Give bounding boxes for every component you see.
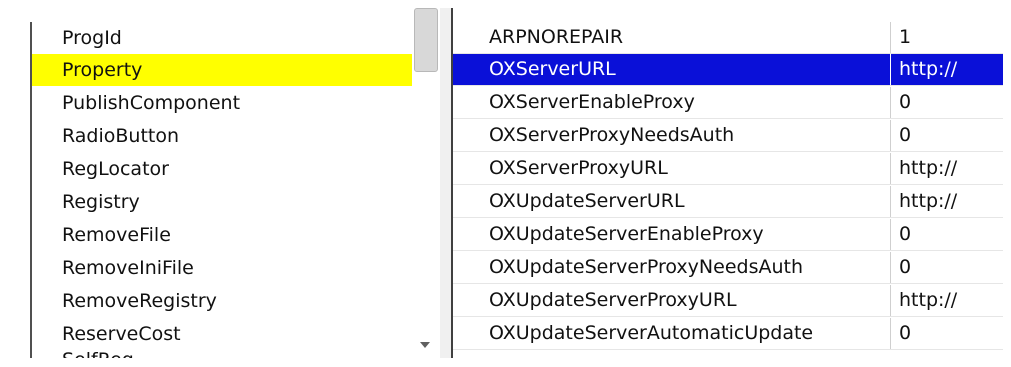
property-name-cell[interactable]: OXUpdateServerAutomaticUpdate xyxy=(453,318,890,349)
property-name-cell[interactable]: OXServerProxyNeedsAuth xyxy=(453,120,890,151)
scroll-thumb[interactable] xyxy=(414,8,438,72)
table-row-radiobutton[interactable]: RadioButton xyxy=(32,120,412,152)
property-name-cell[interactable]: OXUpdateServerEnableProxy xyxy=(453,219,890,250)
table-row-registry[interactable]: Registry xyxy=(32,186,412,218)
property-row[interactable]: OXUpdateServerProxyURL http:// xyxy=(453,285,1003,317)
property-value-cell[interactable]: http:// xyxy=(890,153,1003,184)
property-value-cell[interactable]: 0 xyxy=(890,87,1003,118)
property-value-cell[interactable]: 0 xyxy=(890,252,1003,283)
property-row[interactable]: OXServerEnableProxy 0 xyxy=(453,87,1003,119)
property-name-cell[interactable]: OXUpdateServerURL xyxy=(453,186,890,217)
table-row-selfreg[interactable]: SelfReg xyxy=(32,345,412,358)
property-value-cell[interactable]: http:// xyxy=(890,285,1003,316)
property-row[interactable]: OXUpdateServerAutomaticUpdate 0 xyxy=(453,318,1003,350)
tables-list: ProgId Property PublishComponent RadioBu… xyxy=(8,8,412,358)
property-value-cell[interactable]: 0 xyxy=(890,318,1003,349)
property-table: ARPNOREPAIR 1 OXServerURL http:// OXServ… xyxy=(453,8,1003,358)
tables-scrollbar[interactable] xyxy=(412,8,440,358)
property-row-selected[interactable]: OXServerURL http:// xyxy=(453,54,1003,86)
property-row[interactable]: ARPNOREPAIR 1 xyxy=(453,22,1003,54)
property-name-cell[interactable]: OXServerEnableProxy xyxy=(453,87,890,118)
table-row-property[interactable]: Property xyxy=(32,54,412,86)
scroll-down-arrow-icon[interactable] xyxy=(420,342,430,348)
property-value-cell[interactable]: 0 xyxy=(890,120,1003,151)
property-row[interactable]: OXUpdateServerURL http:// xyxy=(453,186,1003,218)
property-row[interactable]: OXServerProxyNeedsAuth 0 xyxy=(453,120,1003,152)
property-name-cell[interactable]: OXUpdateServerProxyNeedsAuth xyxy=(453,252,890,283)
property-value-cell[interactable]: http:// xyxy=(890,186,1003,217)
table-row-removeinifile[interactable]: RemoveIniFile xyxy=(32,252,412,284)
table-row-removefile[interactable]: RemoveFile xyxy=(32,219,412,251)
property-name-cell[interactable]: ARPNOREPAIR xyxy=(453,22,890,53)
property-name-cell[interactable]: OXUpdateServerProxyURL xyxy=(453,285,890,316)
property-name-cell[interactable]: OXServerURL xyxy=(453,54,890,85)
property-value-cell[interactable]: http:// xyxy=(890,54,1003,85)
table-row-progid[interactable]: ProgId xyxy=(32,22,412,54)
property-row[interactable]: OXUpdateServerEnableProxy 0 xyxy=(453,219,1003,251)
property-row[interactable]: OXServerProxyURL http:// xyxy=(453,153,1003,185)
pane-splitter[interactable] xyxy=(440,8,451,358)
table-row-publishcomponent[interactable]: PublishComponent xyxy=(32,87,412,119)
property-value-cell[interactable]: 0 xyxy=(890,219,1003,250)
editor-frame: ProgId Property PublishComponent RadioBu… xyxy=(8,8,1003,358)
property-value-cell[interactable]: 1 xyxy=(890,22,1003,53)
table-row-reglocator[interactable]: RegLocator xyxy=(32,153,412,185)
property-row[interactable]: OXUpdateServerProxyNeedsAuth 0 xyxy=(453,252,1003,284)
property-name-cell[interactable]: OXServerProxyURL xyxy=(453,153,890,184)
table-row-removeregistry[interactable]: RemoveRegistry xyxy=(32,285,412,317)
